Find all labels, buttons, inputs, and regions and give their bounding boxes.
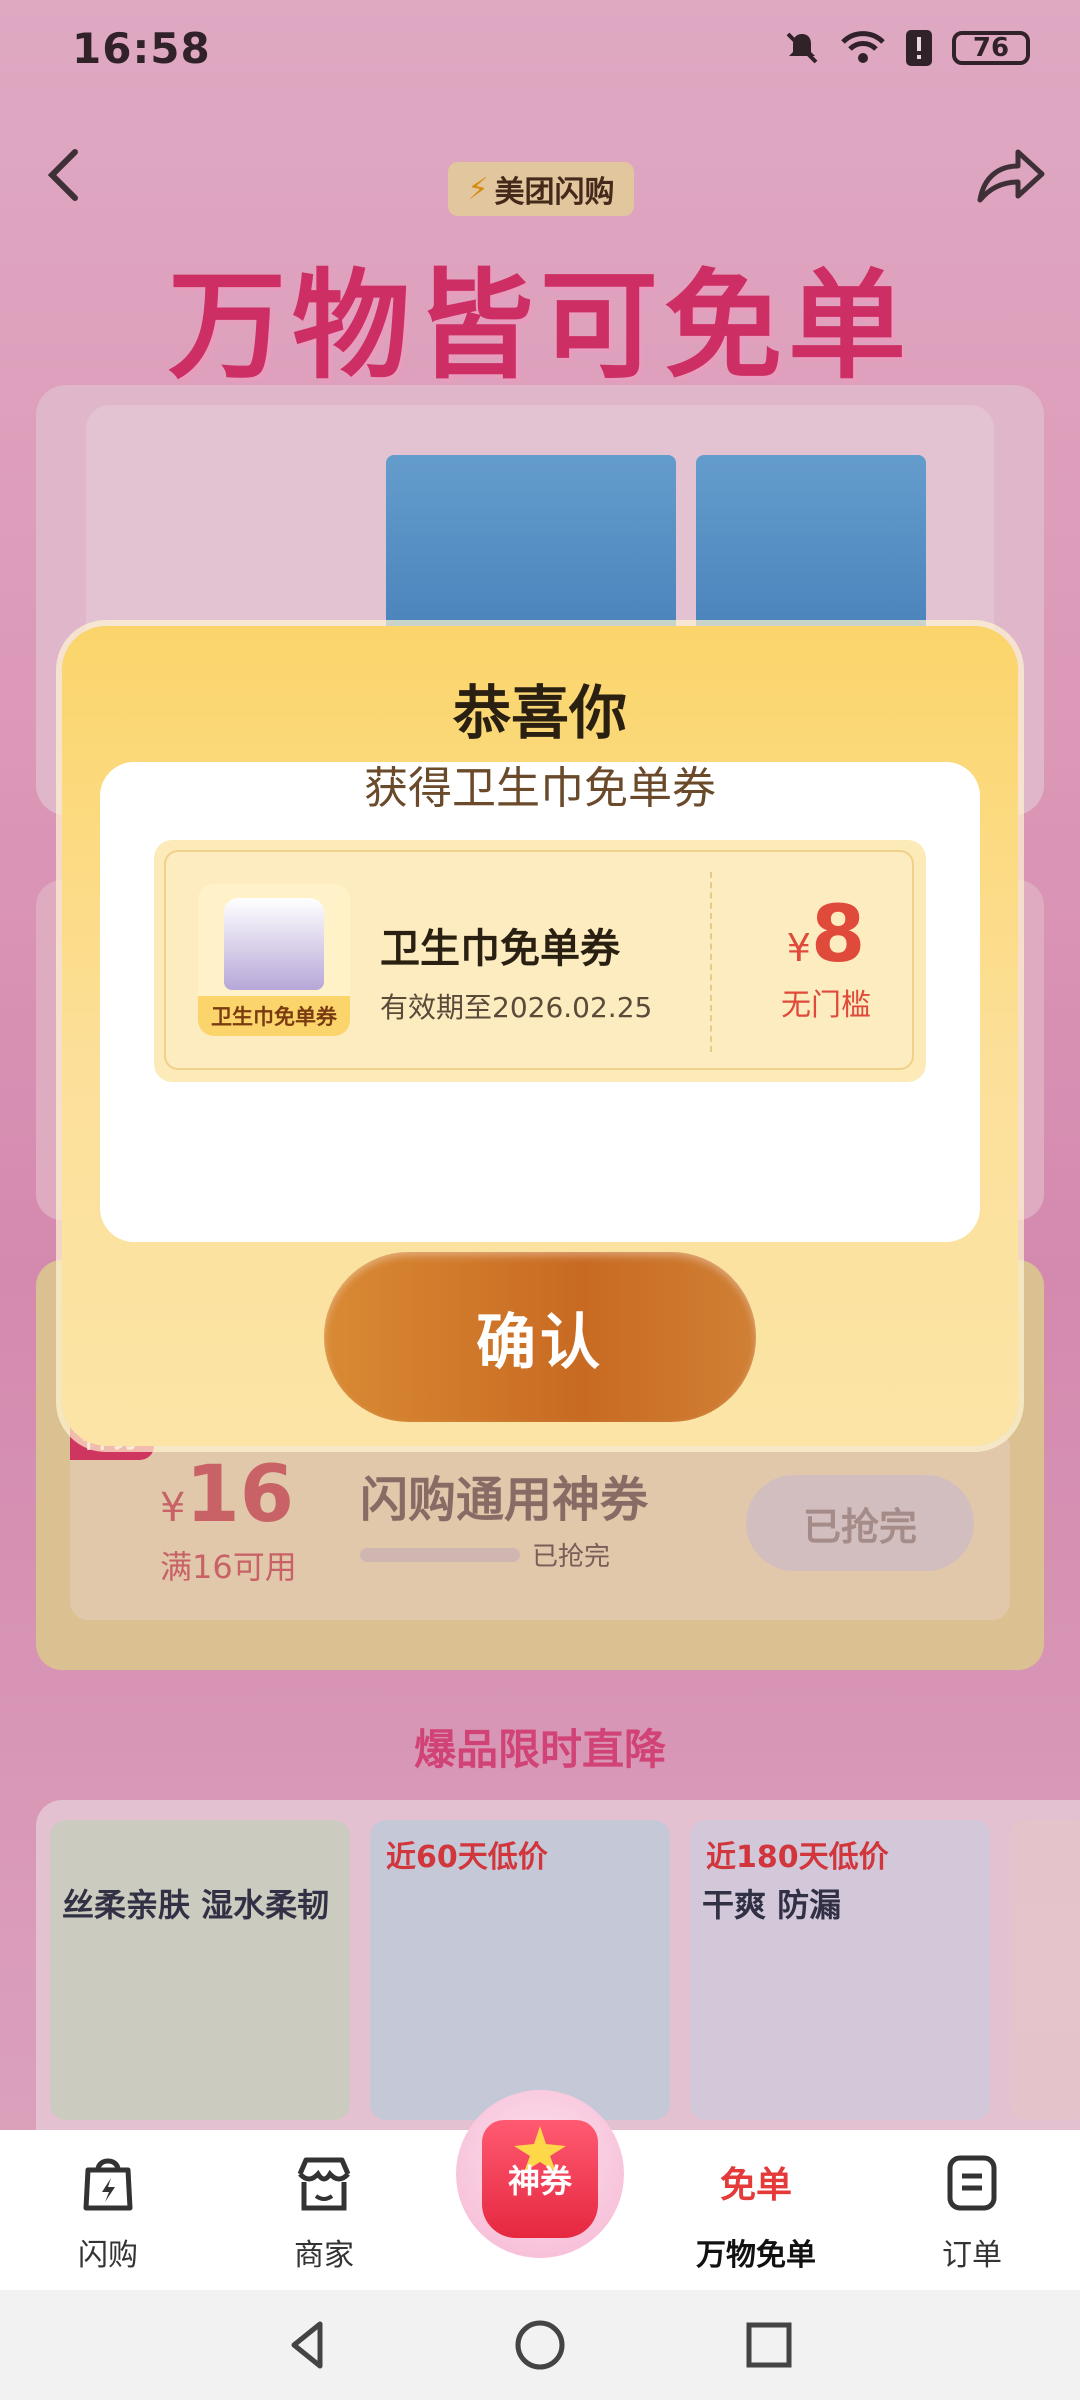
shopping-bag-icon <box>83 2158 133 2211</box>
tab-label: 商家 <box>294 2238 354 2273</box>
tab-flash-buy[interactable]: 闪购 <box>0 2130 216 2290</box>
reward-modal: 恭喜你 获得卫生巾免单券 卫生巾免单券 卫生巾免单券 有效期至2026.02.2… <box>62 626 1018 1446</box>
voucher-card: 卫生巾免单券 卫生巾免单券 有效期至2026.02.25 ¥8 无门槛 <box>154 840 926 1082</box>
tab-shen-quan[interactable]: 神券 <box>456 2090 624 2258</box>
yen-symbol: ¥ <box>786 926 811 970</box>
tab-label: 神券 <box>507 2162 572 2200</box>
voucher-name: 卫生巾免单券 <box>380 926 620 972</box>
voucher-amount-value: 8 <box>810 890 866 980</box>
nav-back-icon[interactable] <box>274 2310 344 2380</box>
pad-package-image <box>224 898 324 990</box>
voucher-amount: ¥8 <box>736 890 916 980</box>
nav-recents-icon[interactable] <box>734 2310 804 2380</box>
voucher-thumbnail: 卫生巾免单券 <box>198 884 350 1036</box>
tab-orders[interactable]: 订单 <box>864 2130 1080 2290</box>
dashed-divider <box>710 872 712 1052</box>
tab-merchants[interactable]: 商家 <box>216 2130 432 2290</box>
confirm-button[interactable]: 确认 <box>324 1252 756 1422</box>
modal-body: 获得卫生巾免单券 卫生巾免单券 卫生巾免单券 有效期至2026.02.25 ¥8… <box>100 762 980 1242</box>
store-icon <box>297 2157 351 2211</box>
tab-free-order[interactable]: 免单 万物免单 <box>648 2130 864 2290</box>
voucher-expiry: 有效期至2026.02.25 <box>380 991 653 1024</box>
thumbnail-label: 卫生巾免单券 <box>198 996 350 1036</box>
tab-label: 闪购 <box>78 2238 138 2273</box>
system-nav-bar <box>0 2290 1080 2400</box>
voucher-condition: 无门槛 <box>781 988 871 1023</box>
voucher-inner: 卫生巾免单券 卫生巾免单券 有效期至2026.02.25 ¥8 无门槛 <box>164 850 914 1070</box>
tab-label: 万物免单 <box>696 2238 816 2273</box>
nav-home-icon[interactable] <box>505 2310 575 2380</box>
tab-label: 订单 <box>942 2238 1002 2273</box>
modal-subtitle: 获得卫生巾免单券 <box>364 763 716 814</box>
free-order-icon: 免单 <box>719 2165 792 2206</box>
order-list-icon <box>947 2155 997 2211</box>
modal-title: 恭喜你 <box>452 679 627 747</box>
